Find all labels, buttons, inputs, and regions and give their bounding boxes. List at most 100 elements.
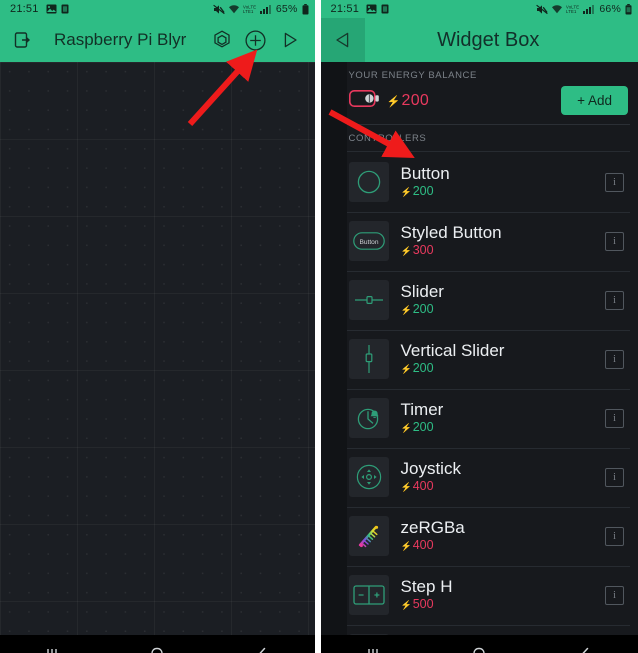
info-button[interactable]: i: [605, 231, 624, 251]
timer-clock-icon: [348, 398, 389, 438]
info-button[interactable]: i: [605, 467, 624, 487]
list-separator: [346, 212, 630, 213]
hex-nut-icon[interactable]: [205, 23, 239, 57]
energy-balance-amount: ⚡ 200: [387, 92, 430, 110]
list-separator: [346, 389, 630, 390]
home-icon[interactable]: [452, 639, 506, 653]
info-button[interactable]: i: [605, 585, 624, 605]
button-circle-icon: [348, 162, 389, 202]
mute-icon: [536, 4, 549, 15]
list-item[interactable]: zeRGBa ⚡ 400 i: [347, 510, 638, 562]
list-separator: [346, 566, 630, 567]
image-icon: [366, 4, 377, 14]
widget-name: Button: [400, 164, 450, 183]
list-item[interactable]: Slider ⚡ 200 i: [347, 274, 638, 326]
widget-name: Styled Button: [400, 223, 502, 242]
image-icon: [46, 4, 57, 14]
widget-name: Vertical Slider: [400, 341, 505, 360]
bolt-icon: ⚡: [400, 305, 412, 315]
back-icon[interactable]: [558, 639, 612, 653]
energy-balance-value: 200: [401, 91, 430, 109]
add-energy-button[interactable]: + Add: [561, 86, 628, 115]
list-item[interactable]: Joystick ⚡ 400 i: [347, 451, 638, 503]
right-status-bar: 21:51 VoLTE LTE1 66%: [320, 0, 638, 18]
list-item[interactable]: Vertical Slider ⚡ 200 i: [347, 333, 638, 385]
bolt-icon: ⚡: [400, 246, 412, 256]
list-separator: [346, 507, 630, 508]
left-nav-bar: [0, 635, 315, 653]
bolt-icon: ⚡: [400, 541, 412, 551]
energy-battery-icon: [348, 89, 380, 112]
wifi-icon: [551, 4, 563, 14]
slider-icon: [348, 280, 389, 320]
battery-icon: [625, 3, 632, 15]
screenshot-root: 21:51 VoLTE LTE1 65% Raspberry Pi Blyr 2…: [0, 0, 638, 653]
left-status-bar: 21:51 VoLTE LTE1 65%: [0, 0, 315, 18]
widget-price: ⚡ 300: [401, 242, 606, 259]
status-bar-time: 21:51: [10, 3, 39, 15]
list-separator: [346, 271, 630, 272]
widget-name: Timer: [400, 400, 444, 419]
right-nav-bar: [320, 635, 638, 653]
info-button[interactable]: i: [605, 408, 624, 428]
battery-icon: [302, 3, 309, 15]
widget-list-scroll[interactable]: YOUR ENERGY BALANCE ⚡ 200 + Add CONTROLL…: [346, 62, 638, 635]
widget-price: ⚡ 400: [401, 537, 606, 554]
controllers-divider: [346, 151, 630, 152]
info-button[interactable]: i: [605, 526, 624, 546]
controllers-list: Button ⚡ 200 i Button Styled Button ⚡ 30…: [346, 154, 638, 635]
svg-text:LTE1: LTE1: [566, 9, 577, 14]
left-edge-strip: [320, 62, 347, 635]
sim-card-icon: [381, 4, 389, 14]
info-button[interactable]: i: [605, 349, 624, 369]
list-item[interactable]: Step H ⚡ 500 i: [347, 569, 638, 621]
recents-icon[interactable]: [25, 639, 79, 653]
widget-price: ⚡ 200: [401, 419, 606, 436]
signal-bars-icon: [259, 4, 271, 14]
widget-name: Joystick: [400, 459, 461, 478]
status-bar-battery-percent: 65%: [275, 3, 298, 15]
back-triangle-icon[interactable]: [320, 18, 365, 62]
volte-icon: VoLTE LTE1: [566, 4, 580, 14]
widget-price-value: 200: [412, 420, 434, 434]
plus-circle-icon[interactable]: [239, 23, 273, 57]
sim-card-icon: [61, 4, 69, 14]
home-icon[interactable]: [130, 639, 184, 653]
widget-name: Slider: [400, 282, 444, 301]
widget-price: ⚡ 400: [401, 478, 606, 495]
list-item[interactable]: Timer ⚡ 200 i: [347, 392, 638, 444]
vertical-slider-icon: [348, 339, 389, 379]
wifi-icon: [228, 4, 240, 14]
status-bar-time: 21:51: [330, 3, 360, 15]
controllers-section-label: CONTROLLERS: [348, 133, 427, 144]
left-phone-screen: 21:51 VoLTE LTE1 65% Raspberry Pi Blyr: [0, 0, 315, 653]
widget-canvas[interactable]: [0, 62, 315, 635]
widget-price: ⚡ 200: [401, 360, 606, 377]
joystick-icon: [348, 457, 389, 497]
energy-balance-label: YOUR ENERGY BALANCE: [348, 70, 477, 81]
volte-icon: VoLTE LTE1: [243, 4, 257, 14]
bolt-icon: ⚡: [400, 423, 412, 433]
step-horizontal-icon: [348, 575, 389, 615]
info-button[interactable]: i: [605, 172, 624, 192]
play-icon[interactable]: [273, 23, 307, 57]
page-title: Raspberry Pi Blyr: [54, 30, 187, 49]
widget-price: ⚡ 200: [401, 183, 606, 200]
widget-name: zeRGBa: [400, 518, 465, 537]
widget-price-value: 400: [412, 538, 434, 552]
signal-bars-icon: [583, 4, 595, 14]
widget-price: ⚡ 500: [401, 596, 606, 613]
right-app-bar: Widget Box: [320, 18, 638, 62]
list-item[interactable]: Button Styled Button ⚡ 300 i: [347, 215, 638, 267]
mute-icon: [213, 4, 225, 15]
recents-icon[interactable]: [346, 639, 400, 653]
left-app-bar: Raspberry Pi Blyr: [0, 18, 315, 62]
info-button[interactable]: i: [605, 290, 624, 310]
step-vertical-icon: [348, 634, 389, 635]
list-separator: [346, 330, 630, 331]
list-item[interactable]: Button ⚡ 200 i: [347, 156, 638, 208]
list-item[interactable]: Step V ⚡500 i: [347, 628, 638, 635]
back-icon[interactable]: [235, 639, 289, 653]
widget-price: ⚡ 200: [401, 301, 606, 318]
logout-icon[interactable]: [6, 23, 40, 57]
